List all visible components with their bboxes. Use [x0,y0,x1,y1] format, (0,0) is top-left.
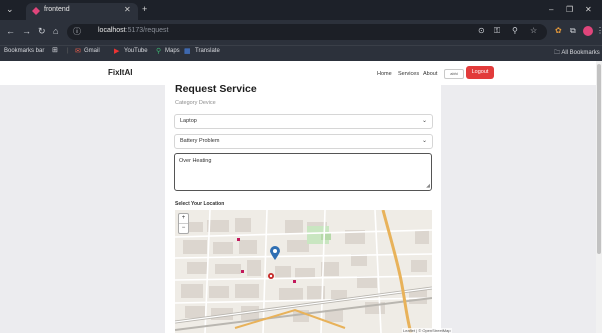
chevron-down-icon: ⌄ [421,118,427,124]
youtube-icon: ▶ [114,48,120,55]
map-zoom-control: + − [178,213,189,234]
bookmark-gmail[interactable]: Gmail [84,48,100,54]
bookmark-translate[interactable]: Translate [195,48,220,54]
map-attribution[interactable]: Leaflet | © OpenStreetMap [402,328,452,333]
resize-handle-icon[interactable]: ◢ [426,183,430,189]
tab-frontend[interactable]: frontend ✕ [26,3,138,20]
zoom-icon[interactable]: ⚲ [512,26,518,35]
problem-select-value: Battery Problem [180,138,220,144]
apps-grid-icon[interactable]: ⊞ [52,46,58,54]
tab-search-icon[interactable]: ⌄ [6,4,14,15]
close-window-icon[interactable]: ✕ [585,5,592,14]
bookmark-star-icon[interactable]: ☆ [530,26,537,35]
location-map[interactable] [175,210,432,333]
tab-close-icon[interactable]: ✕ [124,5,131,14]
minimize-icon[interactable]: – [549,5,553,14]
back-icon[interactable]: ← [6,26,15,36]
all-bookmarks[interactable]: 🗀 All Bookmarks [554,48,600,58]
nav-home[interactable]: Home [377,71,392,77]
gmail-icon: ✉ [75,48,81,55]
url-host: localhost [98,27,126,34]
profile-avatar[interactable] [583,26,593,36]
bookmarks-bar-label[interactable]: Bookmarks bar [4,48,44,54]
new-tab-icon[interactable]: + [142,4,147,14]
translate-icon: ▦ [184,48,191,55]
device-select[interactable]: Laptop ⌄ [174,114,433,129]
map-marker-icon[interactable] [270,246,280,265]
location-label: Select Your Location [175,201,225,207]
location-icon[interactable]: ⊙ [478,26,485,35]
bookmark-maps[interactable]: Maps [165,48,180,54]
nav-services[interactable]: Services [398,71,419,77]
bookmark-separator: | [67,48,69,54]
site-info-icon[interactable]: ⓘ [73,26,81,37]
extension-icon[interactable]: ✿ [555,26,562,35]
menu-kebab-icon[interactable]: ⋮ [596,26,602,35]
map-zoom-in-button[interactable]: + [179,214,188,223]
description-value: Over Heating [179,158,212,164]
reload-icon[interactable]: ↻ [38,26,46,37]
forward-icon[interactable]: → [22,26,31,36]
map-zoom-out-button[interactable]: − [179,223,188,232]
extensions-puzzle-icon[interactable]: ⧉ [570,26,576,36]
tab-title: frontend [44,6,70,13]
maximize-icon[interactable]: ❐ [566,5,573,14]
description-textarea[interactable]: Over Heating ◢ [174,153,432,191]
logout-button[interactable]: Logout [466,66,494,79]
url-path: :5173/request [125,27,169,34]
url-text[interactable]: localhost:5173/request [98,27,168,34]
device-select-value: Laptop [180,118,197,124]
password-key-icon[interactable]: ⚿ [494,26,500,36]
brand-logo[interactable]: FixItAI [108,68,132,77]
chevron-down-icon: ⌄ [421,138,427,144]
nav-about[interactable]: About [423,71,437,77]
page-title: Request Service [175,83,257,95]
bookmark-youtube[interactable]: YouTube [124,48,148,54]
map-tiles [175,210,432,333]
favicon-icon [32,7,40,15]
all-bookmarks-label: All Bookmarks [561,50,600,56]
site-navbar [0,61,596,85]
category-label: Category Device [175,100,216,106]
maps-icon: ⚲ [156,48,162,55]
scrollbar-thumb[interactable] [597,64,601,254]
home-icon[interactable]: ⌂ [53,26,58,36]
user-badge[interactable]: abhi [444,69,464,79]
problem-select[interactable]: Battery Problem ⌄ [174,134,433,149]
